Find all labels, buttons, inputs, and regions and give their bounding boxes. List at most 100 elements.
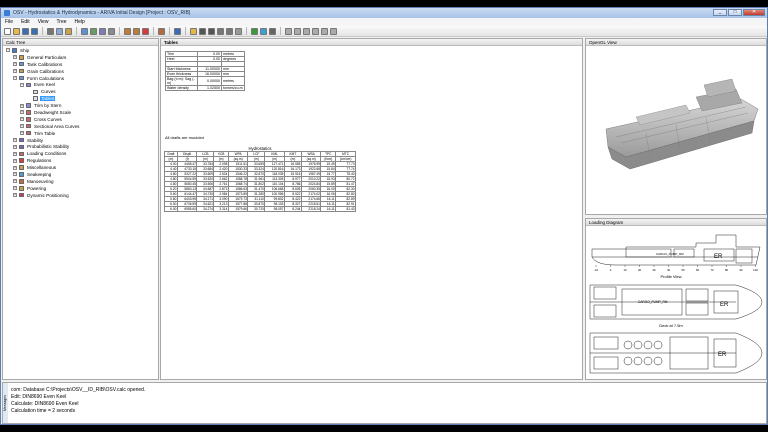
rotate-icon[interactable] — [226, 27, 233, 35]
unlink-icon[interactable] — [133, 27, 140, 35]
ship-icon — [12, 48, 17, 53]
expand-icon[interactable]: + — [13, 193, 17, 198]
tree-item[interactable]: + Seakeeping — [3, 171, 158, 178]
trim-icon — [26, 103, 31, 108]
expand-icon[interactable]: + — [20, 117, 24, 122]
expand-icon[interactable]: + — [13, 69, 17, 74]
tree-item[interactable]: + General Particulars — [3, 54, 158, 61]
pan-icon[interactable] — [217, 27, 224, 35]
table-icon[interactable] — [81, 27, 88, 35]
tree-item[interactable]: + Probabilistic Stability — [3, 143, 158, 150]
expand-icon[interactable]: + — [20, 110, 24, 115]
link-icon[interactable] — [124, 27, 131, 35]
tree-item[interactable]: + Grain Calibrations — [3, 68, 158, 75]
tree-item[interactable]: + Powering — [3, 185, 158, 192]
expand-icon[interactable]: + — [20, 103, 24, 108]
minimize-button[interactable]: _ — [713, 9, 727, 16]
tree-item[interactable]: + Deadweight Scale — [3, 109, 158, 116]
pause-icon[interactable] — [294, 27, 301, 35]
delete-icon[interactable] — [142, 27, 149, 35]
tree-item[interactable]: + Regulations — [3, 157, 158, 164]
draw-icon[interactable] — [251, 27, 258, 35]
select-icon[interactable] — [260, 27, 267, 35]
report-icon[interactable] — [99, 27, 106, 35]
expand-icon[interactable]: + — [13, 62, 17, 67]
tree-item[interactable]: + Dynamic Positioning — [3, 192, 158, 199]
expand-icon[interactable]: + — [13, 158, 17, 163]
expand-icon[interactable]: + — [13, 165, 17, 170]
tree-item[interactable]: − Even Keel — [3, 81, 158, 88]
copy-icon[interactable] — [56, 27, 63, 35]
tree-item[interactable]: + Trim by Stern — [3, 102, 158, 109]
tree-item[interactable]: Curves — [3, 88, 158, 95]
messages-tab-label[interactable]: Messages — [3, 383, 8, 423]
loading-diagram-panel[interactable]: Loading Diagram CARGO_PUMP_RM ER -10 0 10 2… — [585, 218, 767, 380]
expand-icon[interactable]: + — [20, 124, 24, 129]
expand-icon[interactable]: + — [13, 186, 17, 191]
help-icon[interactable] — [174, 27, 181, 35]
tree-item[interactable]: + Sectional Area Curves — [3, 123, 158, 130]
prev-icon[interactable] — [312, 27, 319, 35]
paste-icon[interactable] — [65, 27, 72, 35]
save-all-icon[interactable] — [31, 27, 38, 35]
close-button[interactable]: ✕ — [743, 9, 765, 16]
misc-icon — [19, 165, 24, 170]
tree-item[interactable]: + Loading Conditions — [3, 150, 158, 157]
tree-item[interactable]: + Cross Curves — [3, 116, 158, 123]
expand-icon[interactable]: + — [13, 55, 17, 60]
menu-tree[interactable]: Tree — [56, 19, 66, 25]
maximize-button[interactable]: □ — [728, 9, 742, 16]
tree-item[interactable]: + Manoeuvring — [3, 178, 158, 185]
input-value[interactable]: 0.00000 — [197, 76, 222, 86]
expand-icon[interactable]: + — [20, 131, 24, 136]
menu-file[interactable]: File — [5, 19, 13, 25]
tree-item[interactable]: Tables — [3, 95, 158, 102]
zoom-out-icon[interactable] — [208, 27, 215, 35]
profile-er-label: ER — [714, 254, 723, 260]
console-line: Calculate: DIN8690 Even Keel — [11, 401, 79, 407]
tree-item[interactable]: + Stability — [3, 137, 158, 144]
open-icon[interactable] — [13, 27, 20, 35]
expand-icon[interactable]: + — [13, 172, 17, 177]
menu-view[interactable]: View — [38, 19, 49, 25]
play-icon[interactable] — [285, 27, 292, 35]
save-icon[interactable] — [22, 27, 29, 35]
tank-icon — [19, 61, 24, 67]
tree-item[interactable]: − Ship — [3, 47, 158, 54]
new-icon[interactable] — [4, 27, 11, 35]
grid-icon[interactable] — [90, 27, 97, 35]
menu-help[interactable]: Help — [75, 19, 85, 25]
menu-edit[interactable]: Edit — [21, 19, 30, 25]
expand-icon[interactable]: + — [13, 138, 17, 143]
table-row: 4.80 5680.45 33.506 2.761 1568.74 31.802 110.1… — [164, 181, 356, 187]
folder-icon[interactable] — [190, 27, 197, 35]
expand-icon[interactable]: + — [13, 144, 17, 149]
tree-item[interactable]: − Form Calculations — [3, 75, 158, 82]
tree-item[interactable]: + Tank Calibrations — [3, 61, 158, 68]
cut-icon[interactable] — [47, 27, 54, 35]
ship-3d-model[interactable] — [586, 47, 766, 215]
scale-tick-label: -10 — [594, 268, 598, 272]
next-icon[interactable] — [321, 27, 328, 35]
toolbar-separator — [42, 27, 43, 35]
last-icon[interactable] — [330, 27, 337, 35]
tree-item[interactable]: + Miscellaneous — [3, 164, 158, 171]
settings-icon[interactable] — [108, 27, 115, 35]
opengl-view-panel[interactable]: OpenGL View — [585, 38, 767, 215]
expand-icon[interactable]: + — [13, 179, 17, 184]
tree-item[interactable]: + Trim Table — [3, 130, 158, 137]
expand-icon[interactable]: + — [13, 151, 17, 156]
zoom-in-icon[interactable] — [199, 27, 206, 35]
collapse-icon[interactable]: − — [6, 48, 10, 53]
view-icon[interactable] — [235, 27, 242, 35]
loading-diagram[interactable]: CARGO_PUMP_RM ER -10 0 10 20 30 40 50 60 70 80 90 1… — [586, 227, 766, 379]
calc-tree-panel: Calc Tree − Ship + General Particulars + Tank… — [2, 38, 159, 380]
collapse-icon[interactable]: − — [13, 76, 17, 80]
tools-icon[interactable] — [158, 27, 165, 35]
manoeuvring-icon — [19, 179, 24, 184]
input-value[interactable]: 1.02500 — [197, 85, 222, 91]
measure-icon[interactable] — [269, 27, 276, 35]
first-icon[interactable] — [303, 27, 310, 35]
title-bar[interactable]: OSV - Hydrostatics & Hydrodynamics - ARI… — [1, 8, 767, 18]
collapse-icon[interactable]: − — [20, 82, 24, 87]
